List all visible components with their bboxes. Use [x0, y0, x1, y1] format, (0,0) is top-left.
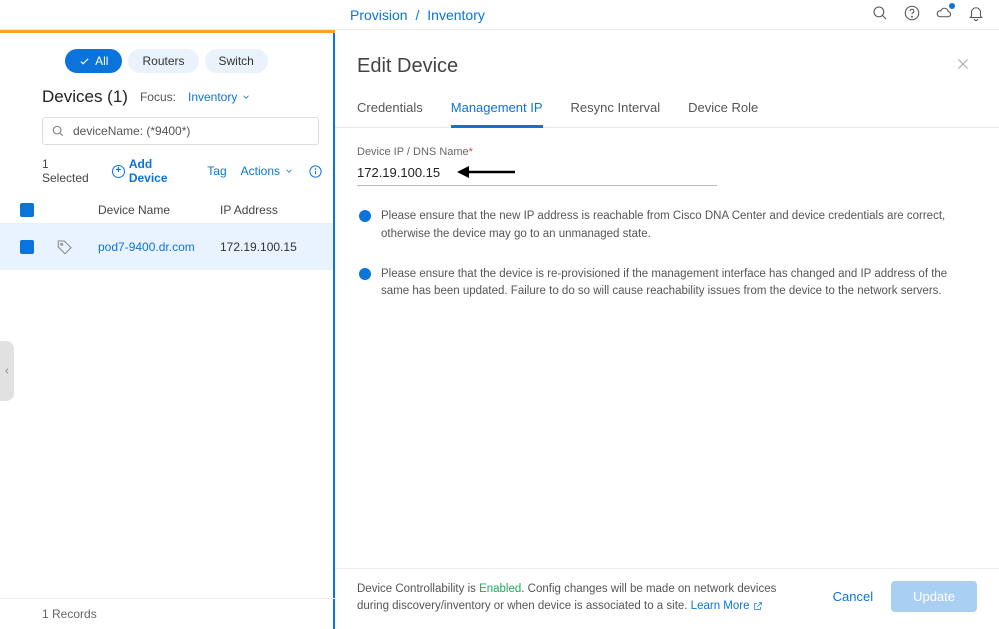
breadcrumb-provision[interactable]: Provision	[350, 7, 408, 23]
chevron-down-icon	[241, 92, 251, 102]
collapse-handle[interactable]	[0, 341, 14, 401]
form-area: Device IP / DNS Name* Please ensure that…	[335, 128, 999, 568]
col-ip-address[interactable]: IP Address	[220, 203, 278, 217]
tab-resync-interval[interactable]: Resync Interval	[571, 92, 661, 127]
chevron-down-icon	[284, 166, 294, 176]
table-header: Device Name IP Address	[0, 197, 333, 224]
tag-button[interactable]: Tag	[207, 164, 226, 178]
main: All Routers Switch Devices (1) Focus: In…	[0, 33, 999, 629]
search-icon	[51, 124, 65, 138]
tab-credentials[interactable]: Credentials	[357, 92, 423, 127]
check-icon	[79, 56, 90, 67]
learn-more-link[interactable]: Learn More	[691, 600, 750, 612]
footer-actions: Cancel Update	[833, 581, 977, 612]
footer-enabled: Enabled	[479, 583, 521, 595]
top-icons	[871, 4, 985, 25]
devices-header: Devices (1) Focus: Inventory	[0, 87, 333, 107]
pill-switches-label: Switch	[219, 54, 254, 68]
panel-footer: Device Controllability is Enabled. Confi…	[335, 568, 999, 629]
ip-input-wrap	[357, 162, 717, 186]
actions-dropdown[interactable]: Actions	[241, 164, 294, 178]
cancel-button[interactable]: Cancel	[833, 589, 873, 604]
pill-all-label: All	[95, 54, 108, 68]
footer-pre: Device Controllability is	[357, 583, 479, 595]
bell-icon[interactable]	[967, 4, 985, 25]
panel-title: Edit Device	[357, 55, 458, 78]
table-row[interactable]: pod7-9400.dr.com 172.19.100.15	[0, 224, 333, 270]
top-bar: Provision / Inventory	[0, 0, 999, 30]
external-link-icon	[753, 600, 763, 612]
pill-switches[interactable]: Switch	[205, 49, 268, 73]
pill-routers-label: Routers	[142, 54, 184, 68]
ip-field-label: Device IP / DNS Name*	[357, 146, 977, 158]
breadcrumb-inventory[interactable]: Inventory	[427, 7, 485, 23]
focus-dropdown[interactable]: Inventory	[188, 90, 251, 104]
edit-device-panel: Edit Device Credentials Management IP Re…	[335, 33, 999, 629]
info-icon[interactable]	[308, 164, 323, 179]
selected-count: 1 Selected	[42, 157, 98, 185]
add-device-button[interactable]: + Add Device	[112, 157, 193, 185]
cloud-icon[interactable]	[935, 4, 953, 25]
device-ip-input[interactable]	[357, 162, 717, 186]
panel-header: Edit Device	[335, 33, 999, 92]
panel-tabs: Credentials Management IP Resync Interva…	[335, 92, 999, 128]
info-dot-icon	[359, 210, 371, 222]
footer-text: Device Controllability is Enabled. Confi…	[357, 581, 787, 616]
tab-device-role[interactable]: Device Role	[688, 92, 758, 127]
notice-1: Please ensure that the new IP address is…	[359, 208, 977, 244]
cell-ip: 172.19.100.15	[220, 240, 297, 254]
devices-title: Devices (1)	[42, 87, 128, 107]
search-input[interactable]: deviceName: (*9400*)	[42, 117, 319, 145]
notice-1-text: Please ensure that the new IP address is…	[381, 208, 977, 244]
cell-device-name[interactable]: pod7-9400.dr.com	[98, 240, 220, 254]
tag-icon[interactable]	[56, 238, 74, 256]
notice-2-text: Please ensure that the device is re-prov…	[381, 266, 977, 302]
left-pane: All Routers Switch Devices (1) Focus: In…	[0, 33, 335, 629]
col-device-name[interactable]: Device Name	[98, 203, 220, 217]
update-button[interactable]: Update	[891, 581, 977, 612]
ip-field-label-text: Device IP / DNS Name	[357, 146, 469, 158]
filter-pills: All Routers Switch	[0, 33, 333, 87]
records-footer: 1 Records	[0, 598, 335, 629]
row-checkbox[interactable]	[20, 240, 34, 254]
add-device-label: Add Device	[129, 157, 193, 185]
plus-icon: +	[112, 165, 125, 178]
notice-2: Please ensure that the device is re-prov…	[359, 266, 977, 302]
info-dot-icon	[359, 268, 371, 280]
focus-label: Focus:	[140, 90, 176, 104]
search-icon[interactable]	[871, 4, 889, 25]
search-text: deviceName: (*9400*)	[73, 124, 190, 138]
chevron-left-icon	[3, 365, 11, 377]
close-icon[interactable]	[955, 56, 971, 77]
select-all-checkbox[interactable]	[20, 203, 34, 217]
actions-label: Actions	[241, 164, 280, 178]
required-mark: *	[469, 146, 473, 158]
annotation-arrow	[457, 162, 517, 185]
breadcrumb-sep: /	[411, 7, 423, 23]
pill-all[interactable]: All	[65, 49, 122, 73]
row-actions: 1 Selected + Add Device Tag Actions	[0, 145, 333, 197]
breadcrumb[interactable]: Provision / Inventory	[350, 7, 485, 23]
focus-value: Inventory	[188, 90, 237, 104]
help-icon[interactable]	[903, 4, 921, 25]
pill-routers[interactable]: Routers	[128, 49, 198, 73]
tab-management-ip[interactable]: Management IP	[451, 92, 543, 128]
